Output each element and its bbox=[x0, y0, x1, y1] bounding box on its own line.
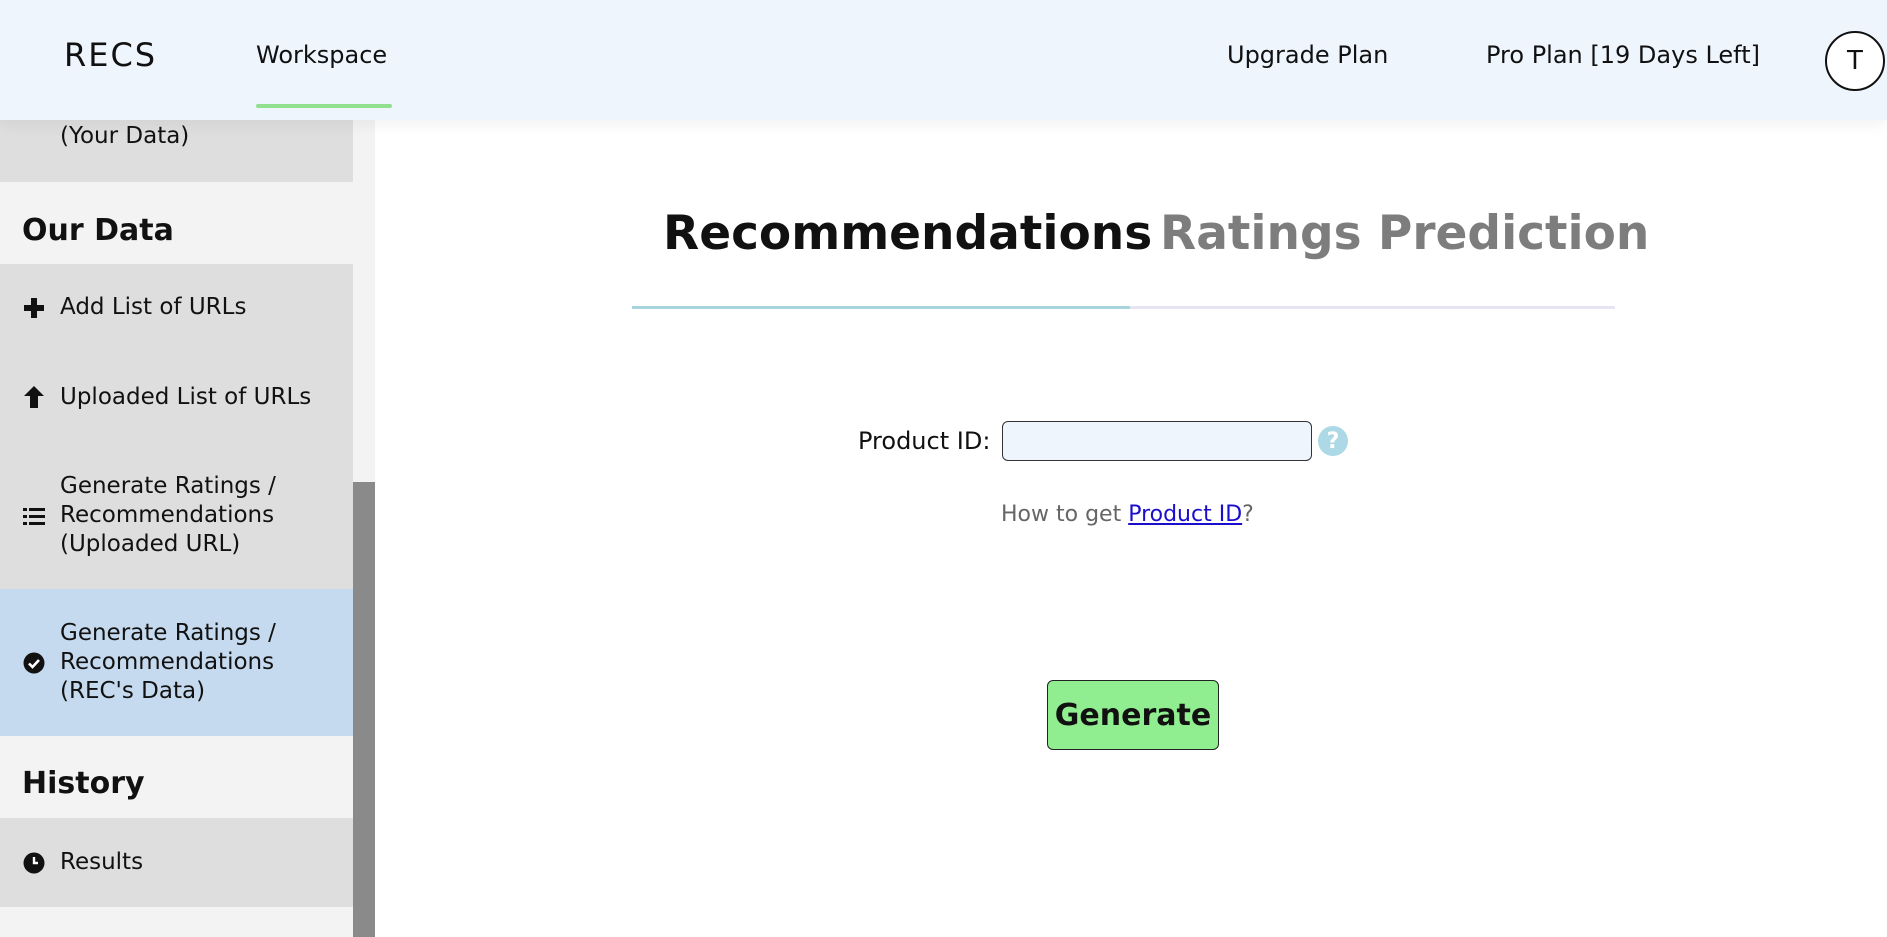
product-id-input[interactable] bbox=[1002, 421, 1312, 461]
plus-icon bbox=[22, 296, 46, 320]
sidebar-item-generate-recs-data[interactable]: Generate Ratings / Recommendations (REC'… bbox=[0, 589, 353, 736]
howto-text: How to get Product ID? bbox=[1001, 502, 1254, 527]
help-icon[interactable]: ? bbox=[1318, 426, 1348, 456]
list-icon bbox=[22, 504, 46, 528]
section-title-history: History bbox=[22, 766, 145, 801]
tab-underline bbox=[1130, 306, 1615, 309]
tab-ratings-prediction[interactable]: Ratings Prediction bbox=[1160, 206, 1649, 261]
sidebar-item-label-line2: Recommendations bbox=[60, 649, 275, 675]
sidebar-item-label-line3: (Uploaded URL) bbox=[60, 531, 241, 557]
avatar[interactable]: T bbox=[1825, 31, 1885, 91]
sidebar-item-generate-uploaded[interactable]: Generate Ratings / Recommendations (Uplo… bbox=[0, 442, 353, 589]
product-id-link[interactable]: Product ID bbox=[1128, 502, 1242, 527]
nav-active-indicator bbox=[256, 104, 392, 108]
clock-icon bbox=[22, 851, 46, 875]
arrow-up-icon bbox=[22, 385, 46, 409]
sidebar-item-label: Uploaded List of URLs bbox=[60, 384, 312, 410]
howto-prefix: How to get bbox=[1001, 502, 1129, 527]
howto-suffix: ? bbox=[1242, 502, 1254, 527]
sidebar-item-label-line1: Generate Ratings / bbox=[60, 620, 276, 646]
sidebar-item-label: (Your Data) bbox=[60, 123, 190, 149]
plan-status[interactable]: Pro Plan [19 Days Left] bbox=[1486, 41, 1760, 69]
sidebar-item-results[interactable]: Results bbox=[0, 818, 353, 907]
section-title-our-data: Our Data bbox=[22, 213, 174, 248]
sidebar-item-uploaded-list[interactable]: Uploaded List of URLs bbox=[0, 352, 353, 442]
top-navbar: RECS Workspace Upgrade Plan Pro Plan [19… bbox=[0, 0, 1887, 120]
nav-workspace[interactable]: Workspace bbox=[256, 41, 387, 69]
sidebar-scrollbar-thumb[interactable] bbox=[353, 482, 375, 937]
sidebar-item-label: Results bbox=[60, 849, 144, 875]
sidebar-item-label-line2: Recommendations bbox=[60, 502, 275, 528]
sidebar-item-label-line1: Generate Ratings / bbox=[60, 473, 276, 499]
sidebar-item-label-line3: (REC's Data) bbox=[60, 678, 206, 704]
upgrade-plan-link[interactable]: Upgrade Plan bbox=[1227, 41, 1388, 69]
sidebar-item-label: Add List of URLs bbox=[60, 294, 247, 320]
generate-button[interactable]: Generate bbox=[1047, 680, 1219, 750]
sidebar-item-add-list[interactable]: Add List of URLs bbox=[0, 264, 353, 352]
app-logo[interactable]: RECS bbox=[64, 36, 157, 74]
sidebar: (Your Data) Our Data Add List of URLs Up… bbox=[0, 0, 353, 937]
product-id-label: Product ID: bbox=[858, 427, 991, 455]
check-circle-icon bbox=[22, 651, 46, 675]
tab-recommendations[interactable]: Recommendations bbox=[663, 206, 1152, 261]
tab-active-underline bbox=[632, 306, 1130, 309]
